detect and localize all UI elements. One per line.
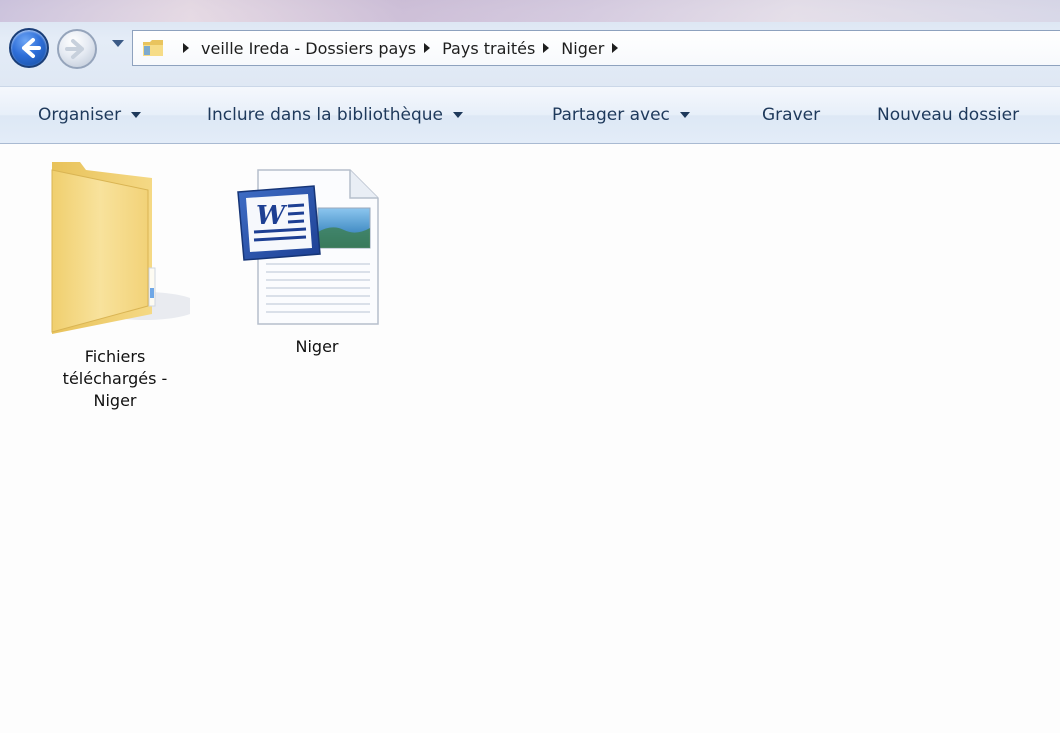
chevron-down-icon [131,112,142,118]
address-bar[interactable]: veille Ireda - Dossiers pays Pays traité… [132,30,1060,66]
breadcrumb-item[interactable]: Niger [561,39,604,58]
chevron-down-icon [679,112,690,118]
folder-name: Fichiers téléchargés - Niger [40,346,190,412]
organize-label: Organiser [38,105,122,125]
breadcrumb-item[interactable]: Pays traités [442,39,535,58]
share-with-button[interactable]: Partager avec [552,87,690,143]
forward-arrow-icon [65,39,84,59]
breadcrumb-separator[interactable] [612,43,619,53]
share-with-label: Partager avec [552,105,670,125]
folder-name-line: téléchargés - [62,369,168,388]
include-in-library-button[interactable]: Inclure dans la bibliothèque [207,87,463,143]
word-document-icon: W [237,169,379,325]
folder-name-line: Niger [93,391,137,410]
back-arrow-icon [22,38,41,58]
folder-icon [143,40,163,56]
folder-icon [51,162,190,334]
include-library-label: Inclure dans la bibliothèque [207,105,443,125]
title-bar: veille Ireda - Dossiers pays Pays traité… [0,0,1060,86]
document-item[interactable]: W Niger [232,168,402,358]
organize-button[interactable]: Organiser [38,87,142,143]
new-folder-label: Nouveau dossier [877,105,1020,125]
chevron-down-icon[interactable] [112,40,124,47]
burn-label: Graver [762,105,821,125]
window-frame [0,0,1060,22]
chevron-down-icon [452,112,463,118]
new-folder-button[interactable]: Nouveau dossier [877,87,1019,143]
document-name-line: Niger [295,337,339,356]
explorer-window: veille Ireda - Dossiers pays Pays traité… [0,0,1060,733]
breadcrumb-item[interactable]: veille Ireda - Dossiers pays [201,39,416,58]
folder-item[interactable]: Fichiers téléchargés - Niger [40,156,190,412]
svg-text:W: W [256,201,288,231]
folder-name-line: Fichiers [84,347,146,366]
command-bar: Organiser Inclure dans la bibliothèque P… [0,86,1060,144]
breadcrumb-separator[interactable] [543,43,550,53]
file-list[interactable]: Fichiers téléchargés - Niger W Niger [0,144,1060,733]
breadcrumb-separator[interactable] [424,43,431,53]
document-name: Niger [232,336,402,358]
forward-button[interactable] [57,29,97,69]
back-button[interactable] [9,28,49,68]
burn-button[interactable]: Graver [762,87,820,143]
breadcrumb-separator[interactable] [183,43,189,53]
